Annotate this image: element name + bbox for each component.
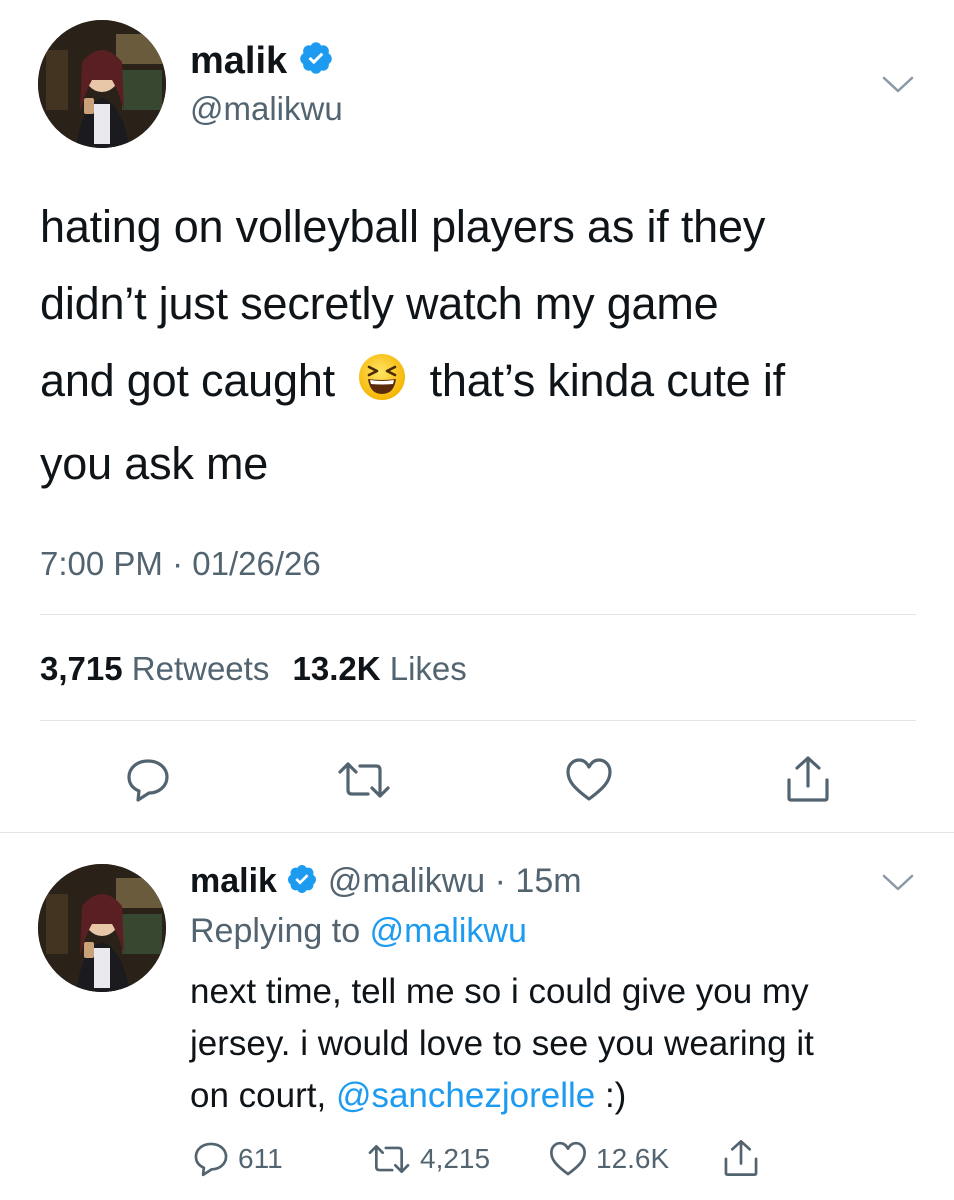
verified-badge-icon [286,863,318,904]
display-name[interactable]: malik [190,40,334,86]
mention-link[interactable]: @sanchezjorelle [336,1076,595,1115]
handle[interactable]: @malikwu [328,862,485,900]
like-button[interactable]: 12.6K [548,1140,669,1178]
timestamp[interactable]: 7:00 PM · 01/26/26 [40,545,321,583]
heart-icon [566,758,612,801]
reply-text-segment: on court, [190,1076,327,1115]
share-button[interactable] [722,1138,768,1178]
comment-bubble-icon [194,1142,228,1177]
comment-bubble-icon [127,759,169,802]
divider [40,720,916,721]
thread-divider [0,832,954,833]
display-name[interactable]: malik [190,862,277,900]
reply-text: next time, tell me so i could give you m… [190,966,930,1122]
tweet-text: hating on volleyball players as if they … [40,188,920,502]
share-button[interactable] [784,754,832,804]
separator-dot: · [494,862,506,900]
retweet-icon [338,762,390,798]
chevron-down-icon[interactable] [880,72,916,96]
like-button[interactable] [564,756,614,804]
retweets-stat[interactable]: 3,715 Retweets [40,650,279,687]
tweet-text-line: and got caught that’s kinda cute if [40,342,920,425]
reply-button[interactable] [124,756,172,804]
tweet-text-segment: that’s kinda cute if [429,355,786,406]
tweet-text-segment: and got caught [40,355,335,406]
retweet-icon [368,1144,410,1174]
likes-count: 13.2K [292,650,381,687]
retweet-button[interactable] [336,756,392,804]
retweets-label: Retweets [131,650,270,687]
likes-label: Likes [389,650,467,687]
display-name-text: malik [190,40,288,83]
tweet-text-line: hating on volleyball players as if they [40,201,766,252]
replying-to: Replying to @malikwu [190,912,527,951]
avatar[interactable] [38,20,166,148]
tweet-text-line: you ask me [40,438,269,489]
separator-dot: · [172,545,184,582]
reply-text-segment: :) [604,1076,627,1115]
reply-text-line: jersey. i would love to see you wearing … [190,1024,814,1063]
share-icon [787,756,829,802]
tweet-age[interactable]: 15m [515,862,581,900]
chevron-down-icon[interactable] [880,870,916,894]
tweet-date: 01/26/26 [192,545,321,582]
tweet-time: 7:00 PM [40,545,163,582]
tweet-stats: 3,715 Retweets 13.2K Likes [40,650,467,688]
reply-button[interactable]: 611 [192,1140,283,1178]
heart-icon [550,1141,586,1176]
like-count: 12.6K [596,1143,670,1174]
laughing-emoji-icon [357,348,407,425]
likes-stat[interactable]: 13.2K Likes [293,650,467,687]
handle[interactable]: @malikwu [190,90,343,128]
verified-badge-icon [298,40,334,86]
reply-count: 611 [238,1143,283,1174]
retweets-count: 3,715 [40,650,123,687]
reply-text-line: next time, tell me so i could give you m… [190,972,809,1011]
replying-to-label: Replying to [190,912,361,950]
reply-text-line: on court, @sanchezjorelle :) [190,1070,930,1122]
reply-header: malik @malikwu · 15m [190,862,582,904]
tweet-text-line: didn’t just secretly watch my game [40,278,719,329]
retweet-count: 4,215 [420,1143,491,1174]
avatar[interactable] [38,864,166,992]
divider [40,614,916,615]
retweet-button[interactable]: 4,215 [366,1140,490,1178]
share-icon [724,1140,758,1176]
replying-to-link[interactable]: @malikwu [370,912,527,950]
